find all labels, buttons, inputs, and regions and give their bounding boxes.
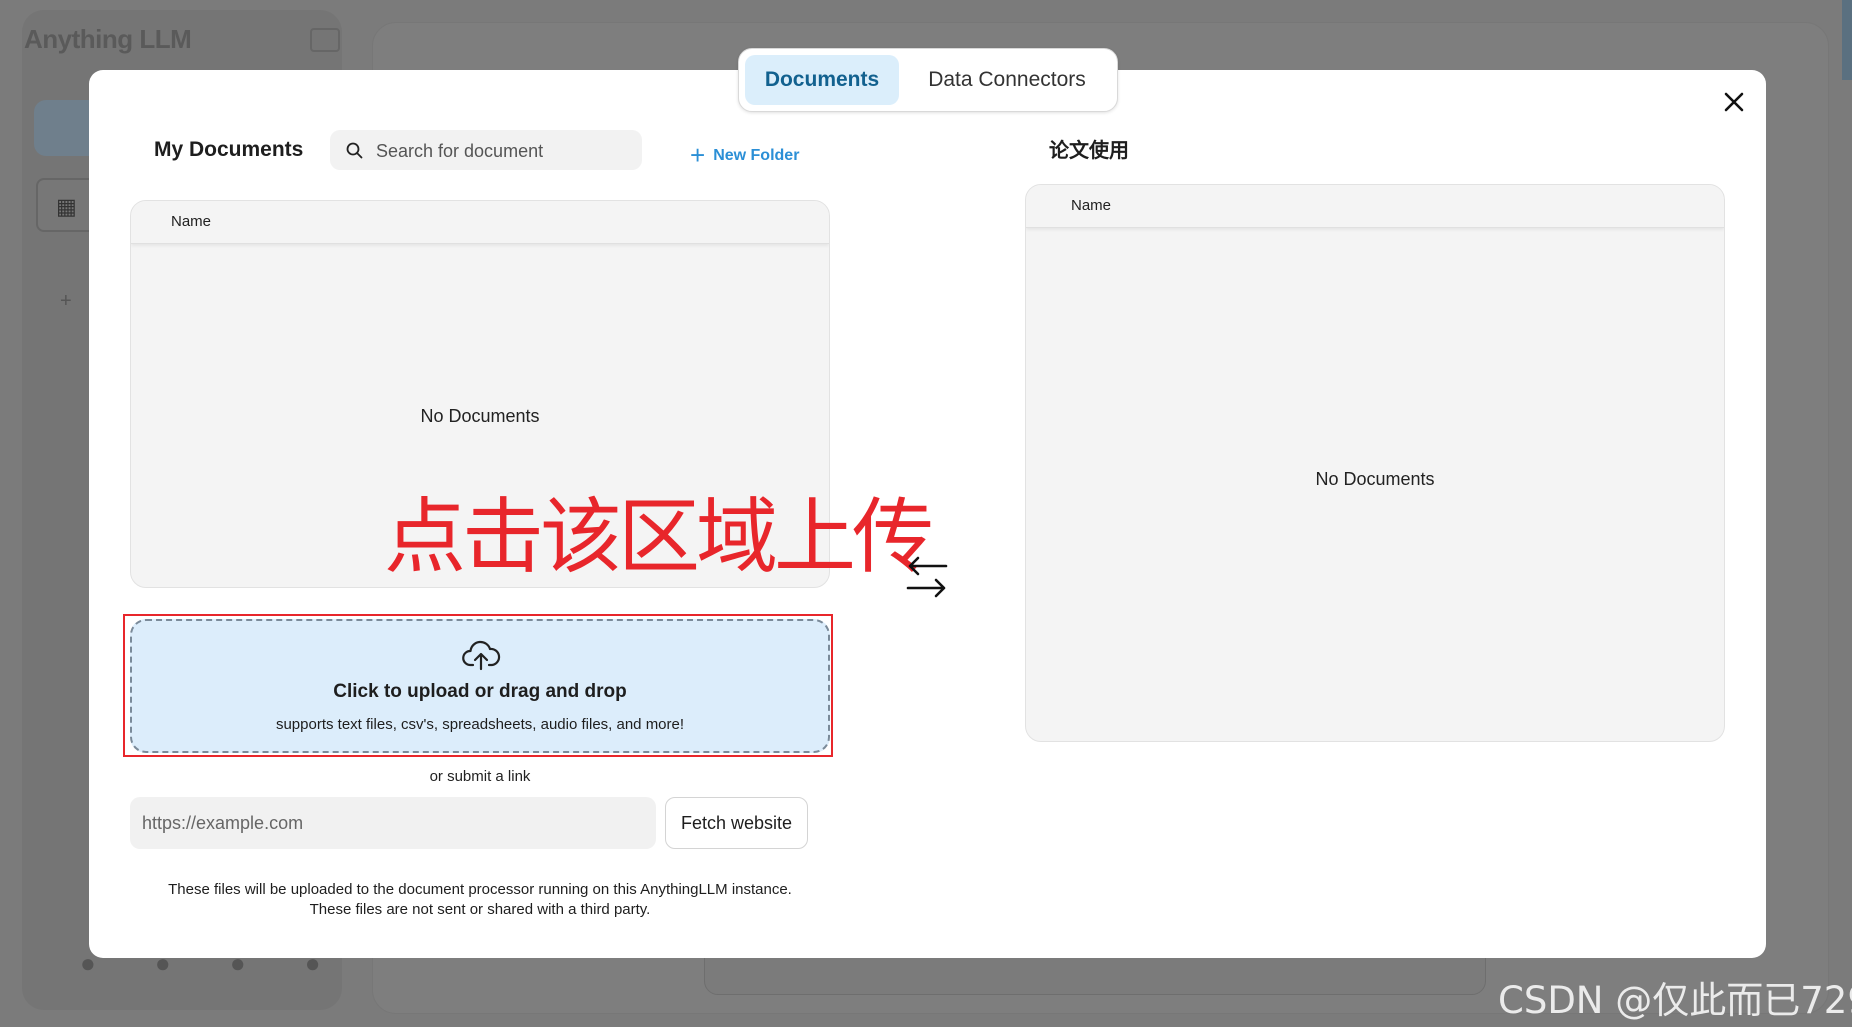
swap-arrows-icon[interactable] xyxy=(906,556,948,598)
tab-documents[interactable]: Documents xyxy=(745,55,899,105)
search-icon xyxy=(346,142,363,159)
workspace-title: 论文使用 xyxy=(1049,138,1129,162)
empty-state: No Documents xyxy=(420,406,540,426)
fetch-website-button[interactable]: Fetch website xyxy=(665,797,808,849)
close-button[interactable] xyxy=(1718,86,1750,118)
table-header-name: Name xyxy=(131,201,829,244)
new-folder-button[interactable]: + New Folder xyxy=(690,140,799,171)
search-box xyxy=(330,130,642,172)
watermark: CSDN @仅此而已729 xyxy=(1498,979,1852,1022)
workspace-documents-table: Name No Documents xyxy=(1025,184,1725,742)
url-input[interactable] xyxy=(130,797,656,849)
upload-title: Click to upload or drag and drop xyxy=(333,681,627,702)
disclaimer-line-2: These files are not sent or shared with … xyxy=(309,901,651,918)
tab-data-connectors[interactable]: Data Connectors xyxy=(907,55,1107,105)
upload-disclaimer: These files will be uploaded to the docu… xyxy=(130,880,830,920)
cloud-upload-icon xyxy=(462,640,501,671)
search-input[interactable] xyxy=(374,130,634,172)
my-documents-title: My Documents xyxy=(154,138,304,161)
background-scroll-edge xyxy=(1842,0,1852,80)
app-logo: Anything LLM xyxy=(24,24,192,54)
empty-state: No Documents xyxy=(1315,469,1435,489)
annotation-text: 点击该区域上传 xyxy=(384,490,934,585)
modal-tabs: Documents Data Connectors xyxy=(738,48,1118,112)
new-folder-label: New Folder xyxy=(713,147,800,164)
upload-subtitle: supports text files, csv's, spreadsheets… xyxy=(275,716,685,733)
table-header-name: Name xyxy=(1026,185,1724,228)
sidebar-toggle-icon xyxy=(310,28,340,52)
or-submit-link-text: or submit a link xyxy=(429,768,531,785)
disclaimer-line-1: These files will be uploaded to the docu… xyxy=(168,881,792,898)
upload-dropzone[interactable]: Click to upload or drag and drop support… xyxy=(130,619,830,753)
grid-icon: ▦ xyxy=(56,194,77,219)
plus-icon: + xyxy=(690,140,706,170)
close-icon xyxy=(1724,92,1744,112)
plus-icon: + xyxy=(60,290,72,312)
